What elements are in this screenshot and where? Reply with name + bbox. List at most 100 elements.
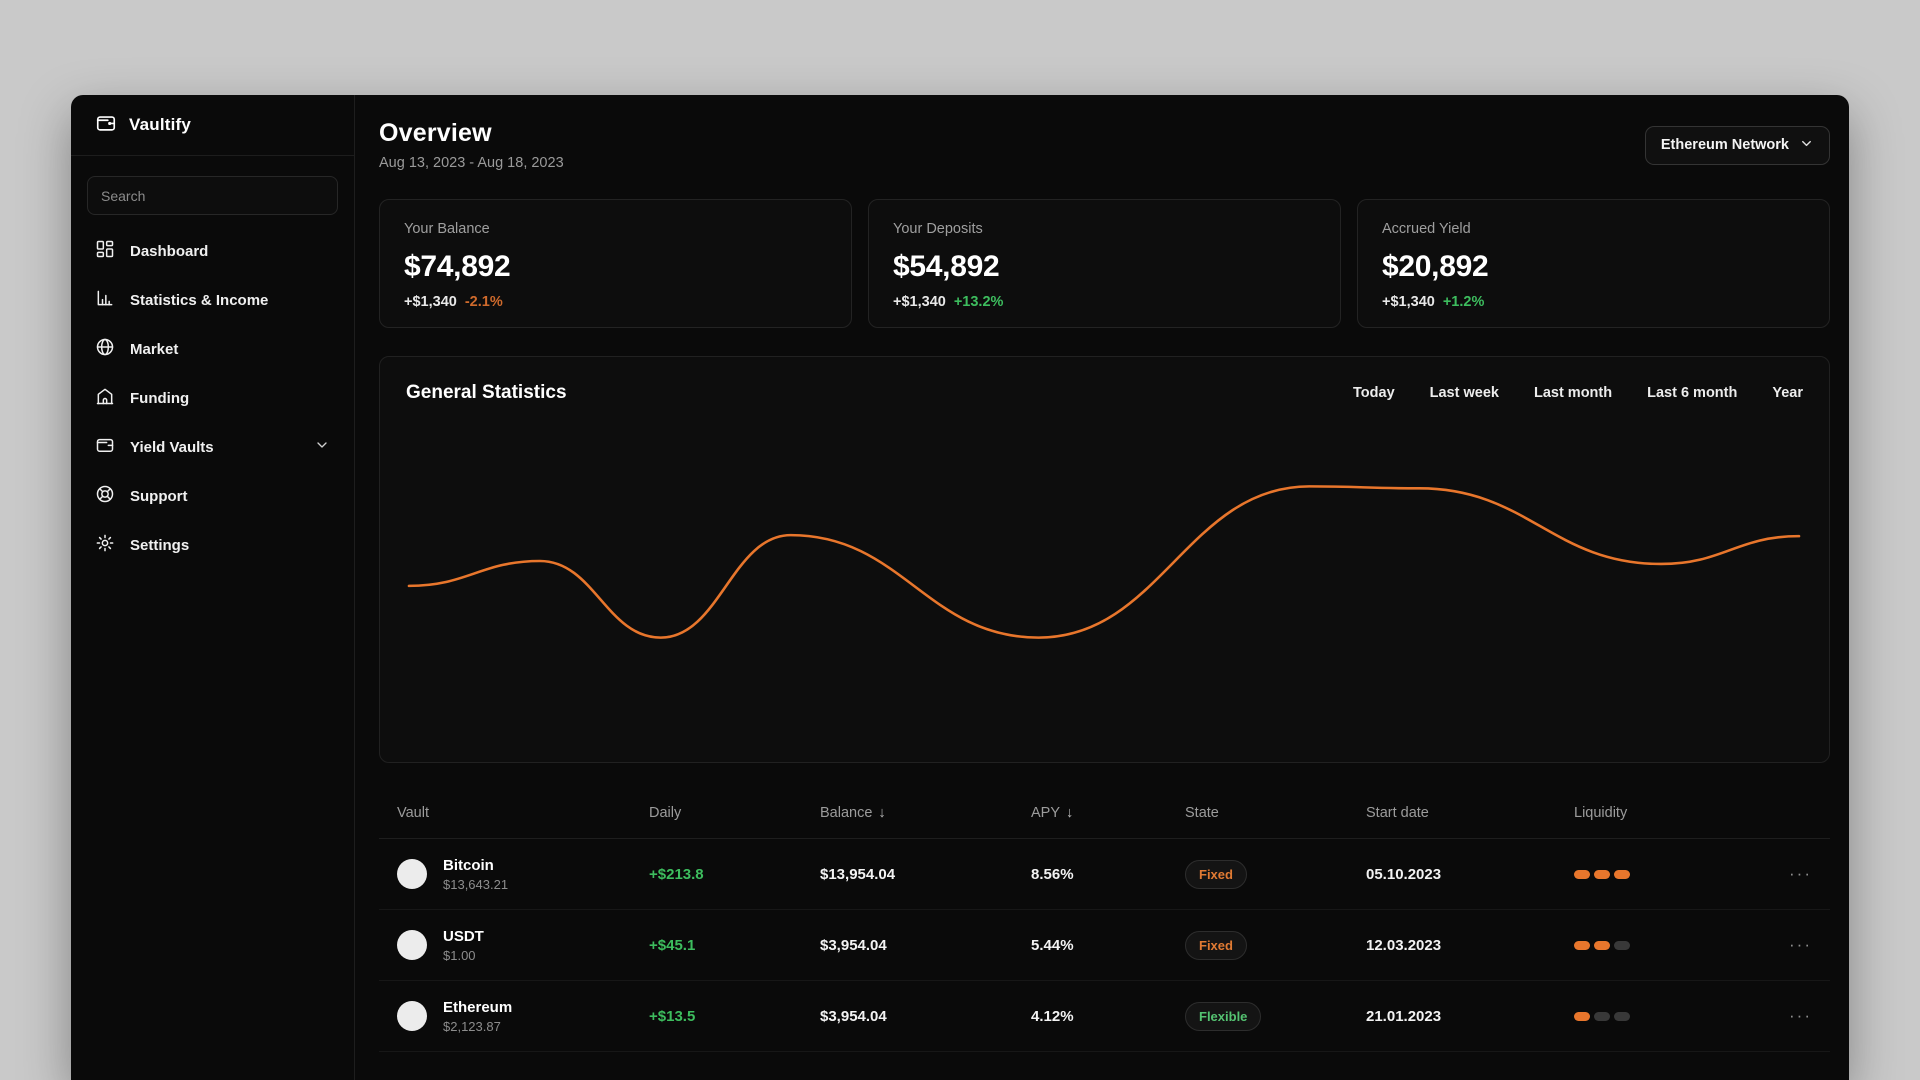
col-state: State (1185, 804, 1219, 821)
table-row-ethereum[interactable]: Ethereum $2,123.87 +$13.5 $3,954.04 4.12… (379, 981, 1830, 1052)
liquidity-pill-on (1614, 869, 1630, 879)
sidebar-item-settings[interactable]: Settings (87, 521, 338, 570)
sidebar-item-label: Market (130, 341, 179, 358)
col-apy-sort[interactable]: APY ↓ (1031, 805, 1185, 821)
sidebar-item-support[interactable]: Support (87, 472, 338, 521)
gear-icon (95, 533, 115, 558)
col-apy-label: APY (1031, 804, 1061, 821)
network-selector[interactable]: Ethereum Network (1644, 125, 1830, 165)
vault-avatar (397, 930, 427, 960)
lifebuoy-icon (95, 484, 115, 509)
stat-delta-percent: +13.2% (953, 294, 1004, 310)
vault-avatar (397, 1001, 427, 1031)
chart-title: General Statistics (406, 382, 567, 403)
sidebar-item-yield-vaults[interactable]: Yield Vaults (87, 423, 338, 472)
status-badge: Fixed (1185, 930, 1247, 960)
brand: Vaultify (87, 95, 338, 155)
filter-year[interactable]: Year (1772, 385, 1803, 401)
liquidity-pill-on (1594, 940, 1610, 950)
network-selector-label: Ethereum Network (1660, 137, 1789, 153)
chevron-down-icon[interactable] (314, 437, 330, 458)
sidebar-item-dashboard[interactable]: Dashboard (87, 227, 338, 276)
sidebar-nav: Dashboard Statistics & Income Market Fun… (87, 227, 338, 570)
apy-value: 8.56% (1031, 865, 1074, 883)
stat-delta-percent: -2.1% (464, 294, 503, 310)
liquidity-pill-off (1614, 940, 1630, 950)
row-menu-button[interactable]: ··· (1752, 935, 1812, 955)
col-vault: Vault (397, 804, 429, 821)
stat-card-deposits: Your Deposits $54,892 +$1,340 +13.2% (868, 199, 1341, 328)
stats-row: Your Balance $74,892 +$1,340 -2.1% Your … (379, 199, 1830, 328)
wallet-logo-icon (95, 112, 117, 139)
sidebar-item-label: Statistics & Income (130, 292, 269, 309)
vault-cell: USDT $1.00 (397, 928, 649, 963)
table-row-usdt[interactable]: USDT $1.00 +$45.1 $3,954.04 5.44% Fixed … (379, 910, 1830, 981)
balance-value: $13,954.04 (820, 865, 896, 883)
row-menu-button[interactable]: ··· (1752, 864, 1812, 884)
daily-change: +$13.5 (649, 1007, 696, 1025)
sidebar-item-label: Funding (130, 390, 190, 407)
filter-last-month[interactable]: Last month (1534, 385, 1612, 401)
globe-icon (95, 337, 115, 362)
col-balance-sort[interactable]: Balance ↓ (820, 805, 1031, 821)
search-input[interactable] (87, 176, 338, 215)
stat-delta-row: +$1,340 +1.2% (1382, 294, 1805, 310)
chevron-down-icon (1799, 136, 1814, 155)
stat-delta-row: +$1,340 -2.1% (404, 294, 827, 310)
vault-price: $1.00 (443, 947, 476, 963)
stat-label: Accrued Yield (1382, 221, 1471, 237)
vault-name-block: Ethereum $2,123.87 (443, 999, 512, 1034)
start-date: 12.03.2023 (1366, 936, 1442, 954)
stat-value: $54,892 (893, 250, 1000, 283)
general-statistics-card: General Statistics Today Last week Last … (379, 356, 1830, 763)
chart-line (407, 485, 1801, 639)
app-window: Vaultify Dashboard Sta (71, 95, 1849, 1080)
table-row-bitcoin[interactable]: Bitcoin $13,643.21 +$213.8 $13,954.04 8.… (379, 839, 1830, 910)
status-badge: Fixed (1185, 859, 1247, 889)
daily-change: +$213.8 (649, 865, 704, 883)
topbar: Overview Aug 13, 2023 - Aug 18, 2023 Eth… (379, 119, 1830, 171)
row-menu-button[interactable]: ··· (1752, 1006, 1812, 1026)
liquidity-pill-off (1614, 1011, 1630, 1021)
daily-change: +$45.1 (649, 936, 696, 954)
liquidity-pill-off (1594, 1011, 1610, 1021)
start-date: 21.01.2023 (1366, 1007, 1442, 1025)
main-content: Overview Aug 13, 2023 - Aug 18, 2023 Eth… (355, 95, 1849, 1080)
table-header-row: Vault Daily Balance ↓ APY ↓ State Start … (379, 787, 1830, 839)
sort-down-icon: ↓ (1066, 804, 1074, 821)
vaults-table: Vault Daily Balance ↓ APY ↓ State Start … (379, 787, 1830, 1052)
stat-delta: +$1,340 (1382, 294, 1435, 310)
bank-house-icon (95, 386, 115, 411)
sidebar-item-market[interactable]: Market (87, 325, 338, 374)
sidebar-item-label: Support (130, 488, 188, 505)
stat-card-accrued-yield: Accrued Yield $20,892 +$1,340 +1.2% (1357, 199, 1830, 328)
apy-value: 4.12% (1031, 1007, 1074, 1025)
filter-last-week[interactable]: Last week (1430, 385, 1499, 401)
vault-name: Ethereum (443, 998, 513, 1016)
liquidity-pill-on (1574, 940, 1590, 950)
vault-name-block: USDT $1.00 (443, 928, 484, 963)
status-badge: Flexible (1185, 1001, 1262, 1031)
stat-value: $20,892 (1382, 250, 1489, 283)
col-balance-label: Balance (820, 804, 873, 821)
bar-chart-icon (95, 288, 115, 313)
balance-value: $3,954.04 (820, 1007, 887, 1025)
filter-last-6-month[interactable]: Last 6 month (1647, 385, 1737, 401)
start-date: 05.10.2023 (1366, 865, 1442, 883)
filter-today[interactable]: Today (1353, 385, 1395, 401)
sidebar: Vaultify Dashboard Sta (71, 95, 355, 1080)
apy-value: 5.44% (1031, 936, 1074, 954)
vault-name: USDT (443, 927, 484, 945)
balance-value: $3,954.04 (820, 936, 887, 954)
stat-delta: +$1,340 (404, 294, 457, 310)
vault-cell: Ethereum $2,123.87 (397, 999, 649, 1034)
sidebar-item-label: Yield Vaults (130, 439, 214, 456)
brand-name: Vaultify (129, 115, 192, 134)
sidebar-item-statistics-income[interactable]: Statistics & Income (87, 276, 338, 325)
sidebar-item-funding[interactable]: Funding (87, 374, 338, 423)
vault-name-block: Bitcoin $13,643.21 (443, 857, 508, 892)
stat-label: Your Deposits (893, 221, 983, 237)
liquidity-indicator (1574, 1011, 1752, 1021)
col-liquidity: Liquidity (1574, 804, 1628, 821)
vault-avatar (397, 859, 427, 889)
